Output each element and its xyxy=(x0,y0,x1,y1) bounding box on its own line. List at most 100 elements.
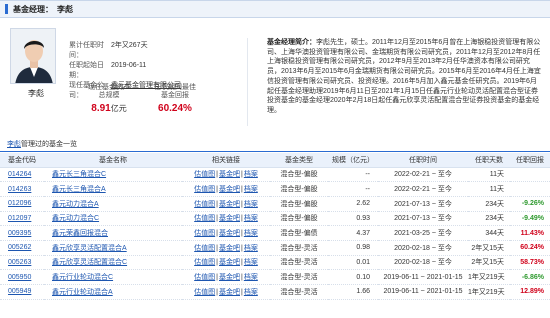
fund-archive-link[interactable]: 档案 xyxy=(244,245,258,252)
fund-code-link[interactable]: 005949 xyxy=(8,288,31,295)
fund-forum-link[interactable]: 基金吧 xyxy=(219,171,240,178)
fund-links-cell: 估值图|基金吧|档案 xyxy=(182,196,270,212)
fund-name-link[interactable]: 鑫元荣鑫回报混合 xyxy=(52,230,108,237)
bio-title: 基金经理简介： xyxy=(267,39,316,46)
fund-scale-cell: 1.66 xyxy=(328,284,378,300)
total-assets-stat: 现任基金资产 总规模 8.91亿元 xyxy=(84,84,134,114)
fund-name-link[interactable]: 鑫元长三角混合A xyxy=(52,186,106,193)
col-header-scale: 规模（亿元） xyxy=(328,153,378,168)
valuation-chart-link[interactable]: 估值图 xyxy=(194,259,215,266)
fund-archive-link[interactable]: 档案 xyxy=(244,230,258,237)
fund-type-cell: 混合型-偏债 xyxy=(270,225,328,241)
fund-code-cell: 005263 xyxy=(0,255,44,271)
col-header-return: 任职回报 xyxy=(510,153,550,168)
fund-name-link[interactable]: 鑫元动力混合C xyxy=(52,215,99,222)
total-assets-value: 8.91 xyxy=(91,103,111,114)
fund-code-link[interactable]: 014264 xyxy=(8,171,31,178)
fund-code-link[interactable]: 012097 xyxy=(8,215,31,222)
fund-return-cell: -9.26% xyxy=(510,196,550,212)
fund-forum-link[interactable]: 基金吧 xyxy=(219,259,240,266)
fund-code-link[interactable]: 014263 xyxy=(8,186,31,193)
table-row: 012097 鑫元动力混合C 估值图|基金吧|档案 混合型-偏股 0.93 2021-07… xyxy=(0,211,550,227)
fund-name-link[interactable]: 鑫元行业轮动混合A xyxy=(52,289,113,296)
fund-name-link[interactable]: 鑫元欣享灵活配置混合C xyxy=(52,259,127,266)
fund-return-cell: -6.86% xyxy=(510,269,550,285)
fund-term-cell: 2022-02-21 ~ 至今 xyxy=(378,181,468,197)
col-header-code: 基金代码 xyxy=(0,153,44,168)
fund-term-cell: 2022-02-21 ~ 至今 xyxy=(378,167,468,183)
valuation-chart-link[interactable]: 估值图 xyxy=(194,201,215,208)
header-accent-bar xyxy=(5,4,8,14)
fund-return-cell xyxy=(510,181,550,197)
fund-name-cell: 鑫元动力混合C xyxy=(44,211,182,227)
fund-type-cell: 混合型-灵活 xyxy=(270,255,328,271)
fund-archive-link[interactable]: 档案 xyxy=(244,259,258,266)
fund-name-link[interactable]: 鑫元欣享灵活配置混合A xyxy=(52,245,127,252)
valuation-chart-link[interactable]: 估值图 xyxy=(194,230,215,237)
fund-code-link[interactable]: 005262 xyxy=(8,244,31,251)
fund-archive-link[interactable]: 档案 xyxy=(244,289,258,296)
fund-days-cell: 11天 xyxy=(468,167,510,183)
fund-days-cell: 1年又219天 xyxy=(468,284,510,300)
fund-term-cell: 2019-06-11 ~ 2021-01-15 xyxy=(378,269,468,285)
fund-archive-link[interactable]: 档案 xyxy=(244,186,258,193)
table-row: 005949 鑫元行业轮动混合A 估值图|基金吧|档案 混合型-灵活 1.66 2019-… xyxy=(0,284,550,300)
fund-code-link[interactable]: 012096 xyxy=(8,200,31,207)
managed-funds-title: 管理过的基金一览 xyxy=(21,140,77,148)
fund-scale-cell: 2.62 xyxy=(328,196,378,212)
fund-term-cell: 2021-07-13 ~ 至今 xyxy=(378,196,468,212)
fund-forum-link[interactable]: 基金吧 xyxy=(219,245,240,252)
fund-forum-link[interactable]: 基金吧 xyxy=(219,289,240,296)
fund-name-cell: 鑫元行业轮动混合A xyxy=(44,284,182,300)
fund-archive-link[interactable]: 档案 xyxy=(244,274,258,281)
fund-forum-link[interactable]: 基金吧 xyxy=(219,230,240,237)
fund-days-cell: 1年又219天 xyxy=(468,269,510,285)
meta-row: 任职起始日期： 2019-06-11 xyxy=(69,61,181,81)
fund-name-link[interactable]: 鑫元动力混合A xyxy=(52,201,99,208)
stat-label: 任职期间最佳 xyxy=(154,84,196,91)
fund-forum-link[interactable]: 基金吧 xyxy=(219,186,240,193)
fund-links-cell: 估值图|基金吧|档案 xyxy=(182,167,270,183)
fund-name-link[interactable]: 鑫元行业轮动混合C xyxy=(52,274,113,281)
fund-days-cell: 11天 xyxy=(468,181,510,197)
table-row: 014263 鑫元长三角混合A 估值图|基金吧|档案 混合型-偏股 -- 2022-02-… xyxy=(0,181,550,197)
valuation-chart-link[interactable]: 估值图 xyxy=(194,274,215,281)
fund-name-cell: 鑫元长三角混合A xyxy=(44,181,182,197)
valuation-chart-link[interactable]: 估值图 xyxy=(194,171,215,178)
valuation-chart-link[interactable]: 估值图 xyxy=(194,215,215,222)
fund-scale-cell: 4.37 xyxy=(328,225,378,241)
fund-archive-link[interactable]: 档案 xyxy=(244,171,258,178)
fund-links-cell: 估值图|基金吧|档案 xyxy=(182,240,270,256)
table-row: 005950 鑫元行业轮动混合C 估值图|基金吧|档案 混合型-灵活 0.10 2019-… xyxy=(0,269,550,285)
manager-avatar xyxy=(10,28,56,84)
fund-forum-link[interactable]: 基金吧 xyxy=(219,201,240,208)
fund-archive-link[interactable]: 档案 xyxy=(244,201,258,208)
fund-type-cell: 混合型-灵活 xyxy=(270,284,328,300)
fund-forum-link[interactable]: 基金吧 xyxy=(219,215,240,222)
fund-name-link[interactable]: 鑫元长三角混合C xyxy=(52,171,106,178)
fund-code-cell: 012097 xyxy=(0,211,44,227)
fund-term-cell: 2020-02-18 ~ 至今 xyxy=(378,255,468,271)
best-return-stat: 任职期间最佳 基金回报 60.24% xyxy=(150,84,200,114)
col-header-days: 任职天数 xyxy=(468,153,510,168)
valuation-chart-link[interactable]: 估值图 xyxy=(194,186,215,193)
fund-code-link[interactable]: 005263 xyxy=(8,259,31,266)
valuation-chart-link[interactable]: 估值图 xyxy=(194,289,215,296)
fund-links-cell: 估值图|基金吧|档案 xyxy=(182,284,270,300)
fund-code-link[interactable]: 009395 xyxy=(8,230,31,237)
fund-type-cell: 混合型-偏股 xyxy=(270,211,328,227)
manager-name-link[interactable]: 李彪 xyxy=(7,139,21,149)
fund-name-cell: 鑫元长三角混合C xyxy=(44,167,182,183)
fund-forum-link[interactable]: 基金吧 xyxy=(219,274,240,281)
fund-scale-cell: 0.93 xyxy=(328,211,378,227)
valuation-chart-link[interactable]: 估值图 xyxy=(194,245,215,252)
meta-value: 2年又267天 xyxy=(111,42,148,49)
fund-code-cell: 014264 xyxy=(0,167,44,183)
profile-divider xyxy=(247,38,248,126)
fund-type-cell: 混合型-灵活 xyxy=(270,269,328,285)
fund-archive-link[interactable]: 档案 xyxy=(244,215,258,222)
header-manager-name: 李彪 xyxy=(57,4,73,14)
fund-code-link[interactable]: 005950 xyxy=(8,274,31,281)
col-header-term: 任职时间 xyxy=(378,153,468,168)
bio-text: 李彪先生，硕士。2011年12月至2015年6月曾在上海银稳投资管理有限公司、上… xyxy=(267,39,541,114)
